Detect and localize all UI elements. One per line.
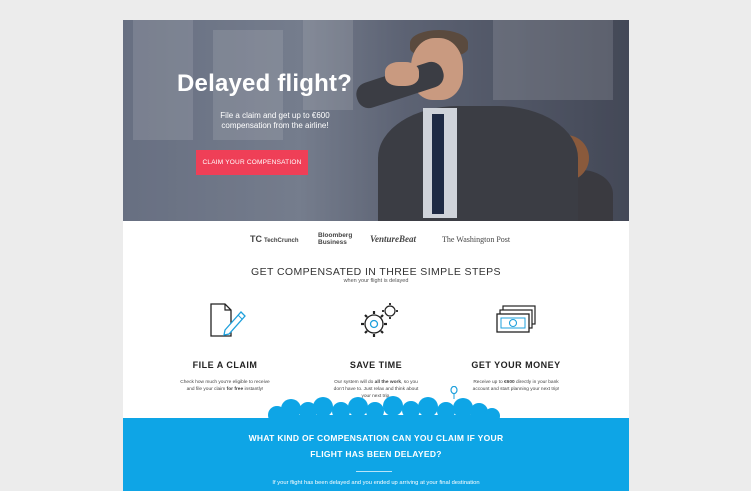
banknotes-icon (493, 300, 539, 340)
bloomberg-logo[interactable]: Bloomberg Business (318, 232, 352, 246)
hero-subtitle: File a claim and get up to €600 compensa… (220, 111, 330, 130)
step-save-time: SAVE TIME Our system will do all the wor… (306, 300, 446, 400)
steps-title: GET COMPENSATED IN THREE SIMPLE STEPS (251, 266, 501, 278)
step-title: FILE A CLAIM (192, 360, 258, 370)
step-title: GET YOUR MONEY (471, 360, 561, 370)
venturebeat-logo[interactable]: VentureBeat (370, 234, 416, 244)
claim-compensation-button[interactable]: CLAIM YOUR COMPENSATION (196, 150, 308, 175)
techcrunch-logo[interactable]: TC TechCrunch (250, 234, 299, 244)
divider (356, 471, 392, 472)
hero-banner: Delayed flight? File a claim and get up … (123, 20, 629, 221)
step-file-claim: FILE A CLAIM Check how much you're eligi… (155, 300, 295, 393)
info-text: If your flight has been delayed and you … (272, 480, 480, 486)
landing-page: Delayed flight? File a claim and get up … (123, 20, 629, 491)
step-description: Receive up to €600 directly in your bank… (472, 380, 560, 392)
info-title: WHAT KIND OF COMPENSATION CAN YOU CLAIM … (248, 433, 504, 459)
steps-subtitle: when your flight is delayed (343, 278, 409, 284)
press-logos: TC TechCrunch Bloomberg Business VentureBe… (123, 228, 629, 250)
hero-man (378, 106, 578, 221)
step-description: Check how much you're eligible to receiv… (180, 380, 270, 392)
step-get-money: GET YOUR MONEY Receive up to €600 direct… (446, 300, 586, 393)
gears-icon (356, 300, 398, 340)
hero-title: Delayed flight? (177, 70, 353, 97)
compensation-info-section: WHAT KIND OF COMPENSATION CAN YOU CLAIM … (123, 418, 629, 491)
step-title: SAVE TIME (349, 360, 403, 370)
document-pencil-icon (205, 300, 246, 340)
washington-post-logo[interactable]: The Washington Post (442, 235, 510, 244)
